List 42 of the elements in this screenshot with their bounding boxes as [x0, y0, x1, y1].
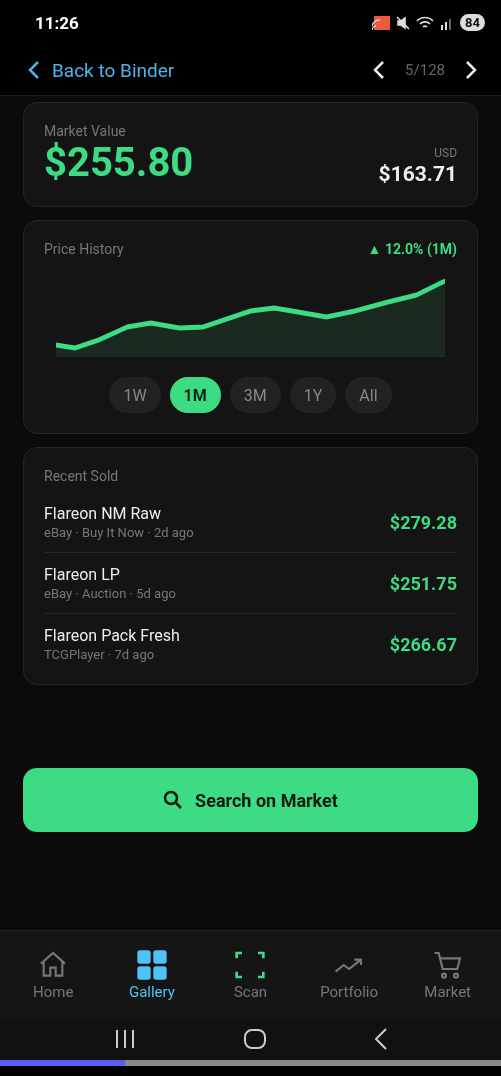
recent-sold-title: Recent Sold [44, 468, 120, 484]
range-tab[interactable]: 1Y [289, 377, 337, 413]
back-icon[interactable] [373, 1028, 388, 1050]
price-change: ▲ 12.0% (1M) [367, 241, 457, 257]
sale-price: $251.75 [389, 572, 457, 594]
home-button-icon[interactable] [242, 1028, 267, 1050]
nav-tab[interactable]: Gallery [106, 947, 197, 1002]
grid-icon [135, 948, 168, 981]
secondary-value: $163.71 [378, 162, 457, 186]
nav-tab[interactable]: Market [402, 947, 493, 1002]
chevron-left-icon [28, 60, 40, 80]
back-link[interactable]: Back to Binder [28, 58, 175, 82]
card-counter: 5/128 [405, 61, 445, 79]
search-icon [163, 790, 184, 810]
status-time: 11:26 [35, 12, 79, 33]
sale-title: Flareon LP [44, 565, 121, 584]
market-value: $255.80 [44, 139, 194, 186]
sale-price: $279.28 [389, 511, 457, 533]
currency-label: USD [434, 146, 457, 160]
search-market-button[interactable]: Search on Market [23, 768, 478, 832]
nav-tab[interactable]: Scan [205, 947, 296, 1002]
next-button[interactable] [465, 60, 477, 80]
sale-details: eBay · Auction · 5d ago [44, 586, 176, 601]
battery-level: 84 [460, 14, 485, 31]
nav-tab[interactable]: Home [8, 947, 99, 1002]
range-tab[interactable]: 1M [169, 377, 221, 413]
sale-title: Flareon Pack Fresh [44, 626, 180, 645]
sale-price: $266.67 [389, 633, 457, 655]
range-tab[interactable]: 1W [109, 377, 161, 413]
nav-tab[interactable]: Portfolio [304, 947, 395, 1002]
recent-apps-icon[interactable] [113, 1029, 136, 1049]
sale-details: eBay · Buy It Now · 2d ago [44, 525, 194, 540]
cast-icon [372, 15, 391, 30]
price-history-title: Price History [44, 241, 124, 257]
mute-icon [396, 15, 411, 30]
previous-button[interactable] [373, 60, 386, 80]
wifi-icon [416, 15, 435, 30]
range-tab[interactable]: All [345, 377, 392, 413]
sale-title: Flareon NM Raw [44, 504, 163, 523]
range-tab[interactable]: 3M [229, 377, 281, 413]
sale-details: TCGPlayer · 7d ago [44, 647, 156, 662]
market-value-label: Market Value [44, 123, 127, 139]
